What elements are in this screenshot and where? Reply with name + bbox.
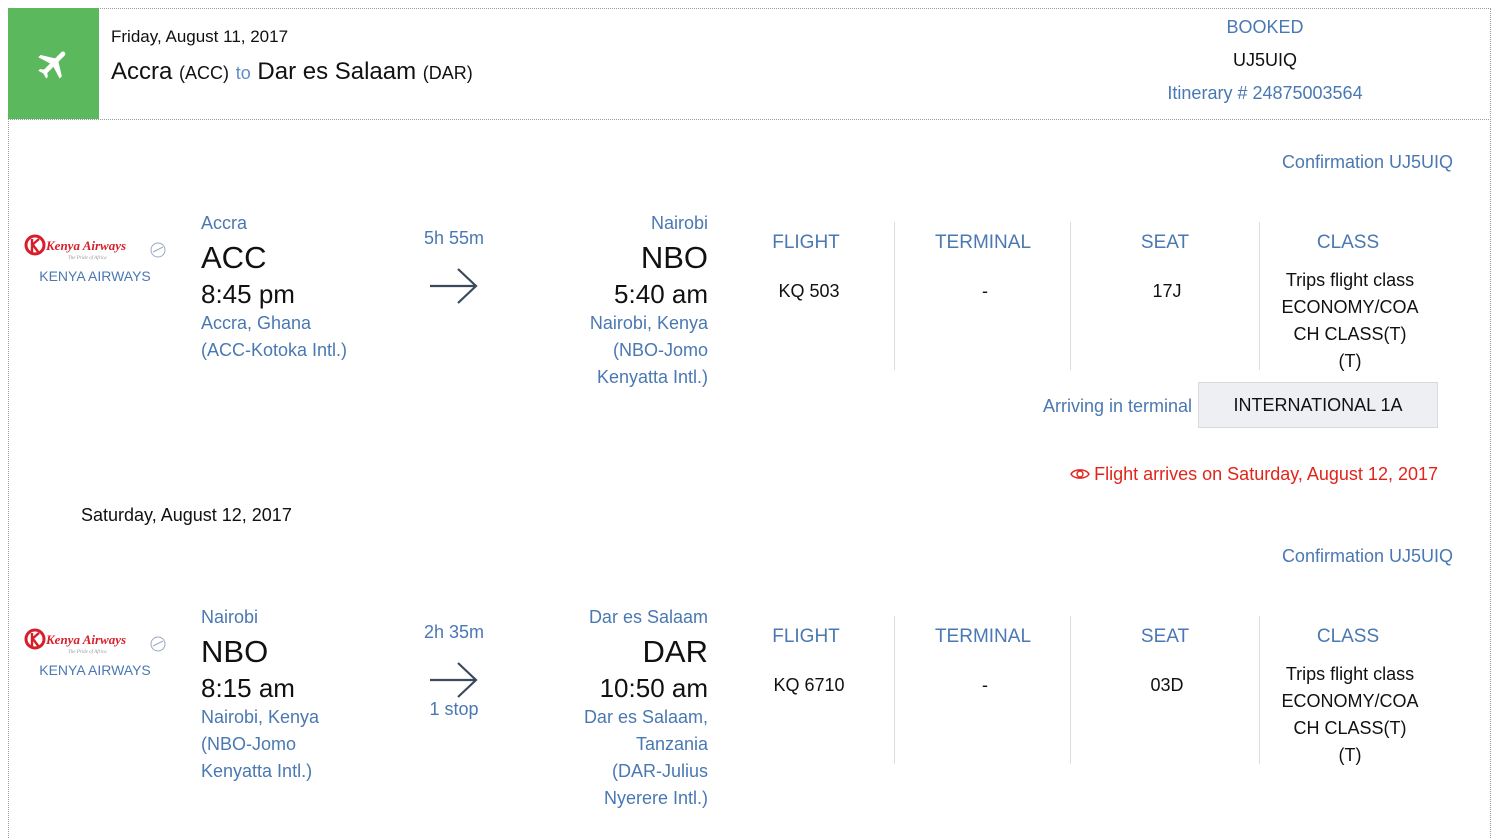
arrow-right-icon (430, 662, 478, 698)
class-line: Trips flight class (1285, 270, 1415, 290)
arrive-city: Dar es Salaam (588, 607, 708, 627)
arrow-right-icon (430, 268, 478, 304)
route-connector: to (235, 63, 251, 83)
arrive-place-line: Nairobi, Kenya (589, 313, 708, 333)
logo-tagline: The Pride of Africa (68, 256, 107, 261)
column-divider (894, 222, 895, 370)
depart-time: 8:45 pm (201, 279, 295, 309)
destination-city: Dar es Salaam (257, 58, 417, 85)
terminal-column-label: TERMINAL (934, 232, 1032, 253)
seat-value: 03D (1150, 675, 1184, 695)
flight-duration: 5h 55m (423, 228, 485, 248)
airplane-icon (37, 51, 65, 79)
class-column-label: CLASS (1316, 626, 1380, 647)
depart-place-line: (ACC-Kotoka Intl.) (201, 340, 348, 360)
seat-column-label: SEAT (1140, 232, 1190, 253)
class-column-label: CLASS (1316, 232, 1380, 253)
segment-confirmation[interactable]: Confirmation UJ5UIQ (1282, 546, 1453, 567)
arrive-place-line: Tanzania (635, 734, 708, 754)
seat-value: 17J (1152, 281, 1182, 301)
terminal-value: - (982, 675, 988, 695)
depart-airport-code: NBO (201, 634, 269, 669)
airline-name: KENYA AIRWAYS (39, 268, 151, 284)
airplane-badge (8, 8, 99, 119)
terminal-column-label: TERMINAL (934, 626, 1032, 647)
column-divider (1070, 616, 1071, 764)
depart-place-line: Kenyatta Intl.) (201, 761, 313, 781)
arrive-airport-code: DAR (642, 634, 708, 669)
flight-duration: 2h 35m (423, 622, 485, 642)
class-line: ECONOMY/COA (1281, 297, 1419, 317)
depart-airport-code: ACC (201, 240, 267, 275)
arrive-place-line: Dar es Salaam, (583, 707, 708, 727)
class-line: CH CLASS(T) (1293, 718, 1407, 738)
class-line: (T) (1338, 745, 1362, 765)
arrive-place-line: Nyerere Intl.) (603, 788, 708, 808)
origin-code: (ACC) (179, 63, 230, 83)
arrive-time: 5:40 am (614, 279, 708, 309)
class-line: ECONOMY/COA (1281, 691, 1419, 711)
arriving-terminal-label: Arriving in terminal (1042, 396, 1192, 416)
column-divider (1259, 222, 1260, 370)
booking-confirmation: UJ5UIQ (1232, 50, 1297, 70)
logo-tagline: The Pride of Africa (68, 650, 107, 655)
origin-city: Accra (111, 58, 173, 85)
depart-city: Accra (201, 213, 248, 233)
depart-city: Nairobi (201, 607, 259, 627)
class-line: Trips flight class (1285, 664, 1415, 684)
class-line: CH CLASS(T) (1293, 324, 1407, 344)
trip-date: Friday, August 11, 2017 (111, 27, 289, 46)
arrive-city: Nairobi (650, 213, 708, 233)
column-divider (1070, 222, 1071, 370)
arrival-date-notice: Flight arrives on Saturday, August 12, 2… (1070, 464, 1438, 485)
arriving-terminal-badge: INTERNATIONAL 1A (1198, 382, 1438, 428)
header-divider (8, 119, 1491, 120)
kenya-airways-logo: Kenya Airways The Pride of Africa (24, 628, 166, 655)
logo-wordmark: Kenya Airways (45, 238, 126, 253)
stop-count: 1 stop (429, 699, 479, 719)
flight-number: KQ 503 (778, 281, 840, 301)
airline-name: KENYA AIRWAYS (39, 662, 151, 678)
flight-column-label: FLIGHT (772, 232, 840, 253)
depart-place-line: (NBO-Jomo (201, 734, 297, 754)
class-line: (T) (1338, 351, 1362, 371)
depart-time: 8:15 am (201, 673, 295, 703)
itinerary-number: Itinerary # 24875003564 (1167, 83, 1363, 103)
eye-icon (1070, 469, 1090, 479)
kenya-airways-logo: Kenya Airways The Pride of Africa (24, 234, 166, 261)
segment-confirmation[interactable]: Confirmation UJ5UIQ (1282, 152, 1453, 173)
trip-route: Accra (ACC) to Dar es Salaam (DAR) (111, 58, 473, 86)
segment-day-label: Saturday, August 12, 2017 (81, 505, 292, 525)
destination-code: (DAR) (422, 63, 473, 83)
logo-wordmark: Kenya Airways (45, 632, 126, 647)
booking-status: BOOKED (1226, 17, 1304, 37)
terminal-value: - (982, 281, 988, 301)
arrive-airport-code: NBO (640, 240, 708, 275)
column-divider (1259, 616, 1260, 764)
depart-place-line: Nairobi, Kenya (201, 707, 320, 727)
flight-number: KQ 6710 (773, 675, 845, 695)
arrive-place-line: (NBO-Jomo (612, 340, 708, 360)
depart-place-line: Accra, Ghana (201, 313, 312, 333)
seat-column-label: SEAT (1140, 626, 1190, 647)
arrive-time: 10:50 am (599, 673, 708, 703)
flight-column-label: FLIGHT (772, 626, 840, 647)
arrive-place-line: (DAR-Julius (611, 761, 708, 781)
arrive-place-line: Kenyatta Intl.) (596, 367, 708, 387)
column-divider (894, 616, 895, 764)
arrival-date-text: Flight arrives on Saturday, August 12, 2… (1094, 464, 1438, 484)
